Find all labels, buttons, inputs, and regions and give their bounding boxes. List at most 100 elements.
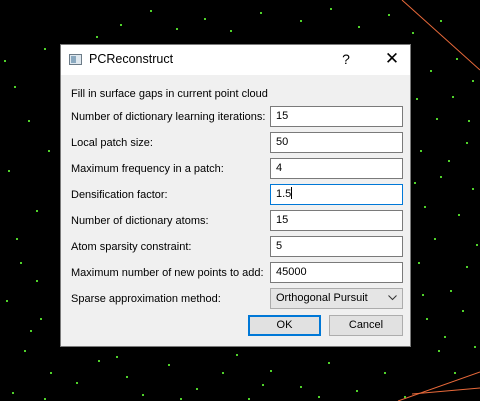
cloud-point xyxy=(454,372,456,374)
cloud-point xyxy=(436,118,438,120)
cloud-point xyxy=(434,238,436,240)
patch-size-field[interactable]: 50 xyxy=(270,132,403,153)
cloud-point xyxy=(472,188,474,190)
cloud-point xyxy=(44,48,46,50)
cloud-point xyxy=(40,318,42,320)
cloud-point xyxy=(48,150,50,152)
method-selected-value: Orthogonal Pursuit xyxy=(276,292,368,304)
cloud-point xyxy=(236,354,238,356)
cloud-point xyxy=(414,182,416,184)
cloud-edge-line xyxy=(397,371,480,401)
cloud-point xyxy=(14,86,16,88)
cloud-point xyxy=(142,394,144,396)
cloud-point xyxy=(36,210,38,212)
text-caret xyxy=(291,187,293,199)
cloud-point xyxy=(300,20,302,22)
app-icon xyxy=(69,54,82,65)
cloud-edge-line xyxy=(411,387,480,395)
cloud-point xyxy=(76,382,78,384)
cloud-point xyxy=(318,396,320,398)
max-new-points-label: Maximum number of new points to add: xyxy=(71,267,264,279)
cloud-point xyxy=(44,398,46,400)
densification-value: 1.5 xyxy=(276,188,292,200)
cloud-point xyxy=(204,18,206,20)
cloud-point xyxy=(426,318,428,320)
cloud-point xyxy=(412,32,414,34)
cloud-point xyxy=(466,142,468,144)
dictionary-atoms-field[interactable]: 15 xyxy=(270,210,403,231)
cloud-point xyxy=(418,262,420,264)
cloud-point xyxy=(476,244,478,246)
pcreconstruct-dialog: PCReconstruct ? ✕ Fill in surface gaps i… xyxy=(60,44,411,347)
cloud-point xyxy=(384,372,386,374)
cloud-point xyxy=(176,28,178,30)
dialog-description: Fill in surface gaps in current point cl… xyxy=(71,88,268,100)
cancel-button[interactable]: Cancel xyxy=(329,315,403,336)
method-select[interactable]: Orthogonal Pursuit xyxy=(270,288,403,309)
cloud-point xyxy=(474,346,476,348)
cloud-point xyxy=(260,12,262,14)
densification-label: Densification factor: xyxy=(71,189,168,201)
cloud-point xyxy=(270,370,272,372)
max-frequency-field[interactable]: 4 xyxy=(270,158,403,179)
cloud-point xyxy=(430,70,432,72)
cloud-point xyxy=(20,262,22,264)
cloud-point xyxy=(120,24,122,26)
cloud-point xyxy=(462,310,464,312)
cloud-point xyxy=(230,30,232,32)
cloud-point xyxy=(16,238,18,240)
sparsity-field[interactable]: 5 xyxy=(270,236,403,257)
cloud-point xyxy=(24,350,26,352)
sparsity-label: Atom sparsity constraint: xyxy=(71,241,192,253)
cloud-point xyxy=(330,8,332,10)
cloud-point xyxy=(36,280,38,282)
cloud-point xyxy=(468,120,470,122)
iterations-field[interactable]: 15 xyxy=(270,106,403,127)
cloud-point xyxy=(456,58,458,60)
cloud-point xyxy=(440,176,442,178)
cloud-point xyxy=(126,376,128,378)
cloud-point xyxy=(98,360,100,362)
cloud-point xyxy=(222,372,224,374)
iterations-label: Number of dictionary learning iterations… xyxy=(71,111,266,123)
cloud-point xyxy=(440,20,442,22)
help-button[interactable]: ? xyxy=(338,48,354,70)
cloud-point xyxy=(4,60,6,62)
cloud-point xyxy=(448,160,450,162)
cloud-point xyxy=(466,266,468,268)
max-new-points-field[interactable]: 45000 xyxy=(270,262,403,283)
cloud-point xyxy=(96,36,98,38)
cloud-point xyxy=(116,356,118,358)
cloud-point xyxy=(356,390,358,392)
dialog-title: PCReconstruct xyxy=(89,52,174,66)
cloud-point xyxy=(150,10,152,12)
cloud-point xyxy=(196,388,198,390)
method-label: Sparse approximation method: xyxy=(71,293,221,305)
cloud-point xyxy=(168,364,170,366)
cloud-point xyxy=(358,26,360,28)
cloud-point xyxy=(458,214,460,216)
cloud-point xyxy=(472,80,474,82)
ok-button[interactable]: OK xyxy=(248,315,321,336)
densification-field[interactable]: 1.5 xyxy=(270,184,403,205)
cloud-point xyxy=(300,386,302,388)
cloud-point xyxy=(30,330,32,332)
cloud-point xyxy=(422,294,424,296)
title-bar: PCReconstruct ? ✕ xyxy=(61,45,410,75)
cloud-point xyxy=(416,98,418,100)
cloud-point xyxy=(424,206,426,208)
cloud-point xyxy=(328,362,330,364)
cloud-point xyxy=(6,300,8,302)
cloud-point xyxy=(420,150,422,152)
cloud-point xyxy=(28,120,30,122)
close-button[interactable]: ✕ xyxy=(379,48,405,70)
cloud-point xyxy=(8,170,10,172)
cloud-point xyxy=(404,396,406,398)
cloud-point xyxy=(438,350,440,352)
cloud-point xyxy=(50,372,52,374)
patch-size-label: Local patch size: xyxy=(71,137,153,149)
cloud-point xyxy=(248,398,250,400)
cloud-edge-line xyxy=(401,0,480,71)
cloud-point xyxy=(262,384,264,386)
cloud-point xyxy=(452,96,454,98)
